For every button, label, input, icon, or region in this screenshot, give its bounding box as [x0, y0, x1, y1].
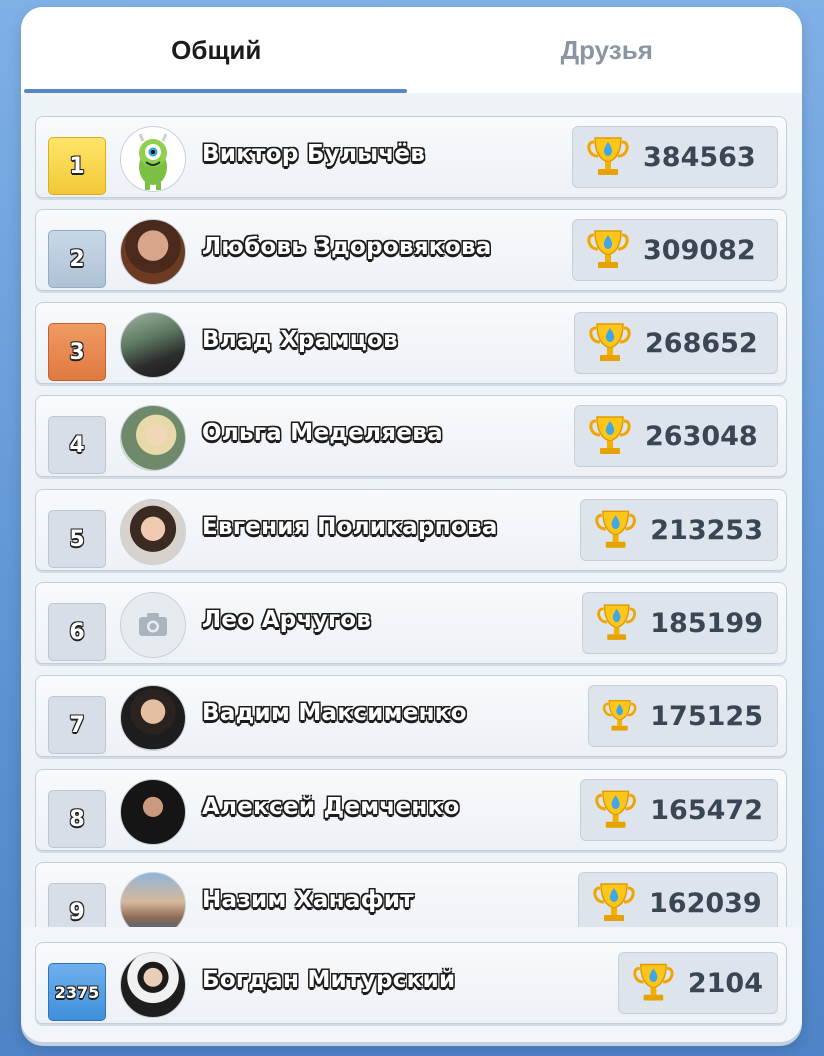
- leaderboard-panel: Общий Друзья 1 Виктор Булычёв 384563 2 Л…: [21, 7, 802, 1042]
- trophy-icon: [595, 510, 636, 548]
- score-value: 185199: [650, 607, 763, 639]
- leaderboard-row[interactable]: 5 Евгения Поликарпова 213253: [35, 489, 787, 571]
- player-name: Назим Ханафит: [202, 887, 414, 913]
- trophy-icon: [597, 604, 637, 640]
- rank-badge: 7: [48, 696, 106, 754]
- rank-badge: 4: [48, 416, 106, 474]
- player-name: Виктор Булычёв: [202, 141, 426, 167]
- avatar: [120, 219, 186, 285]
- player-name: Евгения Поликарпова: [202, 514, 498, 540]
- player-name: Лео Арчугов: [202, 607, 372, 633]
- score-box: 309082: [572, 219, 778, 281]
- leaderboard-row[interactable]: 4 Ольга Меделяева 263048: [35, 395, 787, 477]
- score-box: 384563: [572, 126, 778, 188]
- score-box: 213253: [580, 499, 778, 561]
- rank-badge: 2: [48, 230, 106, 288]
- player-name: Любовь Здоровякова: [202, 234, 492, 260]
- my-rank-footer: 2375 Богдан Митурский 2104: [21, 927, 802, 1042]
- my-rank-row[interactable]: 2375 Богдан Митурский 2104: [35, 942, 787, 1024]
- score-value: 165472: [650, 794, 763, 826]
- rank-badge: 2375: [48, 963, 106, 1021]
- trophy-icon: [595, 790, 636, 828]
- avatar: [120, 592, 186, 658]
- trophy-icon: [587, 230, 629, 268]
- avatar: [120, 312, 186, 378]
- player-name: Алексей Демченко: [202, 794, 460, 820]
- avatar: [120, 952, 186, 1018]
- leaderboard-row[interactable]: 3 Влад Храмцов 268652: [35, 302, 787, 384]
- score-value: 309082: [643, 234, 756, 266]
- score-value: 175125: [650, 700, 763, 732]
- trophy-icon: [602, 700, 637, 731]
- avatar: [120, 126, 186, 192]
- trophy-icon: [587, 137, 629, 175]
- camera-icon: [139, 613, 167, 636]
- rank-badge: 5: [48, 510, 106, 568]
- score-value: 263048: [645, 420, 758, 452]
- leaderboard-row[interactable]: 1 Виктор Булычёв 384563: [35, 116, 787, 198]
- score-box: 165472: [580, 779, 778, 841]
- trophy-icon: [593, 883, 635, 921]
- rank-badge: 1: [48, 137, 106, 195]
- trophy-icon: [633, 963, 674, 1001]
- rank-badge: 6: [48, 603, 106, 661]
- leaderboard-tabs: Общий Друзья: [21, 7, 802, 93]
- avatar: [120, 779, 186, 845]
- rank-badge: 8: [48, 790, 106, 848]
- monster-avatar-icon: [138, 133, 168, 190]
- score-value: 268652: [645, 327, 758, 359]
- score-box: 2104: [618, 952, 778, 1014]
- rank-badge: 3: [48, 323, 106, 381]
- leaderboard-row[interactable]: 8 Алексей Демченко 165472: [35, 769, 787, 851]
- leaderboard-row[interactable]: 6 Лео Арчугов 185199: [35, 582, 787, 664]
- player-name: Влад Храмцов: [202, 327, 399, 353]
- score-value: 384563: [643, 141, 756, 173]
- tab-friends[interactable]: Друзья: [412, 7, 803, 93]
- score-box: 185199: [582, 592, 778, 654]
- player-name: Ольга Меделяева: [202, 420, 443, 446]
- trophy-icon: [589, 323, 631, 361]
- score-box: 263048: [574, 405, 778, 467]
- score-box: 175125: [588, 685, 778, 747]
- trophy-icon: [589, 416, 631, 454]
- score-value: 213253: [650, 514, 763, 546]
- score-value: 2104: [687, 967, 763, 999]
- score-box: 162039: [578, 872, 778, 934]
- leaderboard-row[interactable]: 7 Вадим Максименко 175125: [35, 675, 787, 757]
- leaderboard-row[interactable]: 2 Любовь Здоровякова 309082: [35, 209, 787, 291]
- score-value: 162039: [649, 887, 762, 919]
- player-name: Богдан Митурский: [202, 967, 456, 993]
- active-tab-indicator: [24, 89, 407, 93]
- avatar: [120, 405, 186, 471]
- score-box: 268652: [574, 312, 778, 374]
- avatar: [120, 685, 186, 751]
- player-name: Вадим Максименко: [202, 700, 467, 726]
- tab-general[interactable]: Общий: [21, 7, 412, 93]
- avatar: [120, 499, 186, 565]
